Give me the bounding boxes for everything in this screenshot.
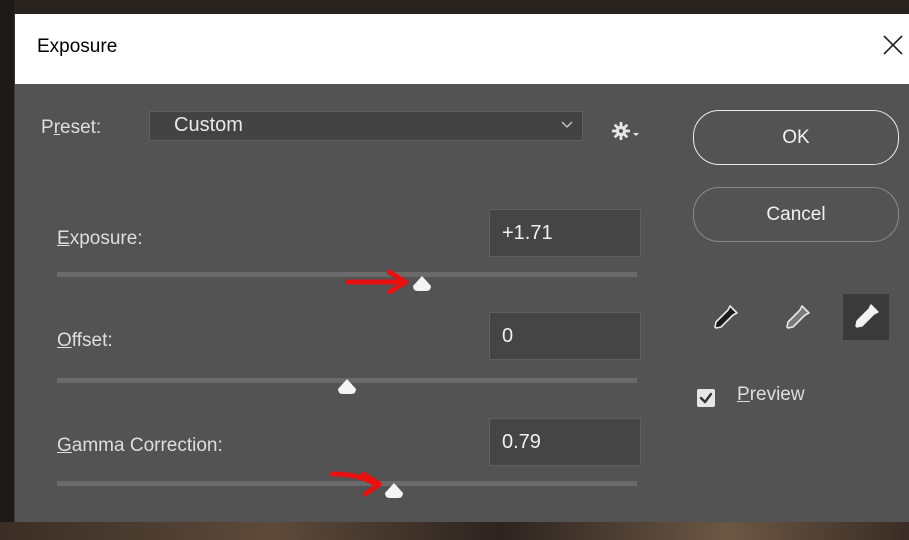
checkmark-icon bbox=[699, 392, 713, 404]
exposure-value: +1.71 bbox=[502, 222, 553, 244]
close-icon bbox=[883, 35, 903, 55]
gamma-correction-value: 0.79 bbox=[502, 431, 541, 453]
gray-point-eyedropper-icon bbox=[786, 305, 810, 329]
preset-label: Preset: bbox=[41, 117, 102, 138]
white-point-eyedropper-icon bbox=[855, 304, 879, 328]
dialog-title: Exposure bbox=[37, 36, 118, 57]
red-arrow-annotation bbox=[329, 471, 382, 497]
black-point-eyedropper-icon bbox=[714, 305, 738, 329]
gamma-correction-label: Gamma Correction: bbox=[57, 435, 223, 456]
preset-options-button[interactable] bbox=[611, 120, 645, 147]
black-point-eyedropper-button[interactable] bbox=[703, 296, 747, 340]
offset-slider-thumb[interactable] bbox=[336, 377, 358, 397]
preset-dropdown[interactable]: Custom bbox=[149, 111, 583, 141]
white-point-eyedropper-button[interactable] bbox=[843, 294, 889, 340]
offset-value: 0 bbox=[502, 325, 514, 347]
preview-checkbox[interactable] bbox=[697, 389, 715, 407]
preset-value: Custom bbox=[174, 114, 243, 136]
offset-input[interactable]: 0 bbox=[489, 312, 641, 360]
preview-label[interactable]: Preview bbox=[737, 384, 805, 406]
exposure-label: Exposure: bbox=[57, 228, 143, 249]
chevron-down-icon bbox=[561, 121, 573, 128]
ok-button[interactable]: OK bbox=[693, 110, 899, 165]
exposure-dialog: Exposure Preset: Custom OK Cancel Exposu… bbox=[14, 14, 909, 522]
background-image-left bbox=[0, 0, 14, 540]
offset-label: Offset: bbox=[57, 330, 113, 351]
gear-icon bbox=[612, 122, 639, 140]
gray-point-eyedropper-button[interactable] bbox=[775, 296, 819, 340]
gamma-correction-input[interactable]: 0.79 bbox=[489, 418, 641, 466]
background-image-bottom bbox=[0, 522, 909, 540]
exposure-slider-thumb[interactable] bbox=[411, 274, 433, 294]
close-button[interactable] bbox=[876, 28, 909, 62]
red-arrow-annotation bbox=[345, 269, 408, 294]
cancel-button[interactable]: Cancel bbox=[693, 187, 899, 242]
title-bar: Exposure bbox=[15, 14, 909, 84]
exposure-input[interactable]: +1.71 bbox=[489, 209, 641, 257]
